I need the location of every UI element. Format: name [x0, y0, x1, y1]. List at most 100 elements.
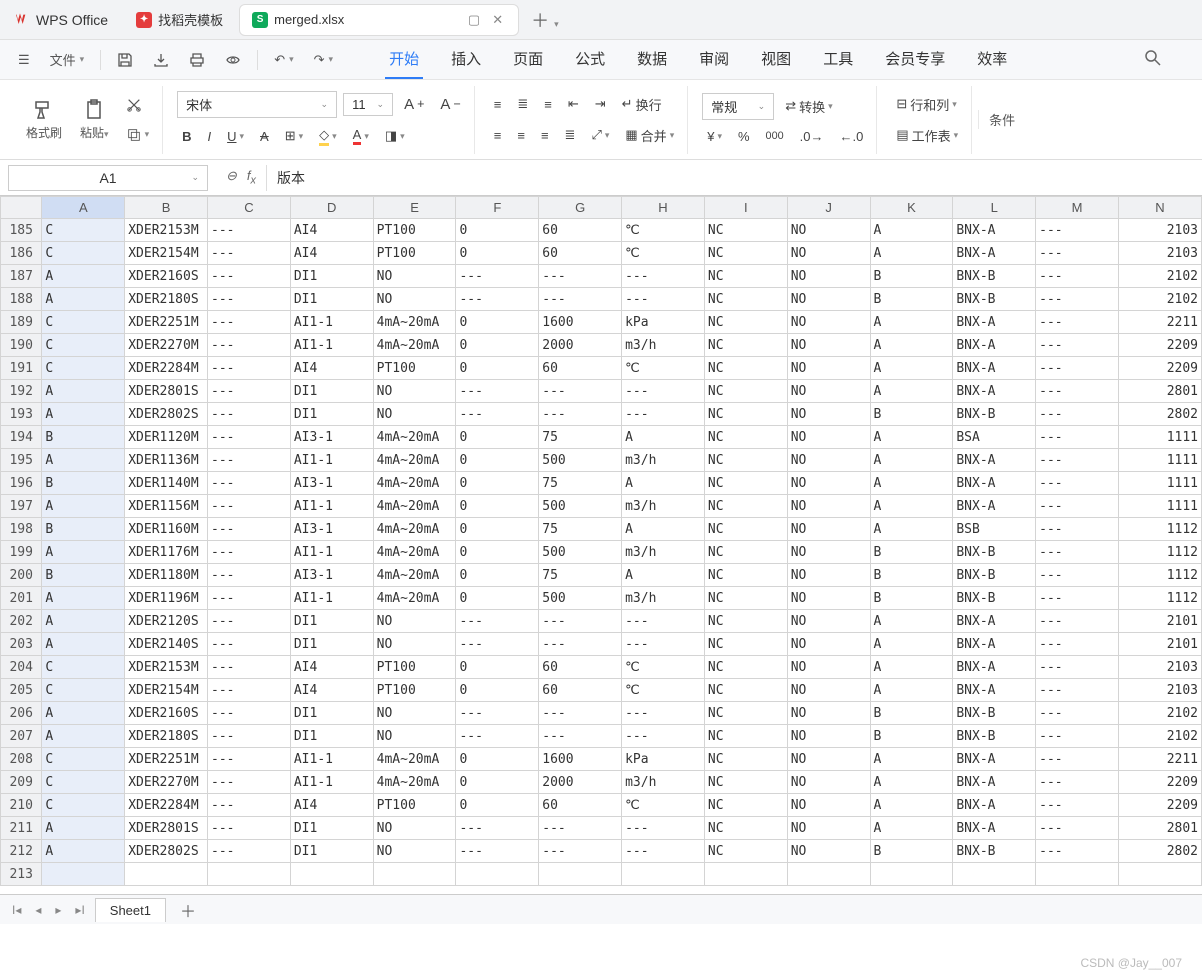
- cell[interactable]: NO: [787, 794, 870, 817]
- cell[interactable]: C: [42, 219, 125, 242]
- cell[interactable]: ---: [456, 288, 539, 311]
- cell[interactable]: ---: [1036, 840, 1119, 863]
- cell[interactable]: NO: [787, 702, 870, 725]
- cell[interactable]: NO: [787, 817, 870, 840]
- cell[interactable]: ---: [539, 380, 622, 403]
- cell[interactable]: 4mA~20mA: [373, 472, 456, 495]
- cell[interactable]: NO: [787, 449, 870, 472]
- cell[interactable]: ---: [208, 817, 291, 840]
- cell[interactable]: kPa: [622, 748, 705, 771]
- cell[interactable]: AI1-1: [290, 449, 373, 472]
- column-header[interactable]: C: [208, 197, 291, 219]
- number-format-select[interactable]: 常规⌄: [702, 93, 774, 120]
- cell[interactable]: BNX-B: [953, 541, 1036, 564]
- cell[interactable]: ℃: [622, 679, 705, 702]
- cell[interactable]: NC: [704, 380, 787, 403]
- cell[interactable]: ---: [539, 403, 622, 426]
- cell[interactable]: BNX-B: [953, 265, 1036, 288]
- cell[interactable]: ---: [208, 219, 291, 242]
- ribbon-tab-6[interactable]: 视图: [757, 40, 795, 79]
- cell[interactable]: B: [870, 403, 953, 426]
- cell[interactable]: ---: [1036, 633, 1119, 656]
- cell[interactable]: ---: [208, 449, 291, 472]
- file-menu[interactable]: 文件 ▾: [42, 44, 93, 75]
- cell[interactable]: DI1: [290, 403, 373, 426]
- cell[interactable]: XDER2802S: [125, 403, 208, 426]
- cell[interactable]: NC: [704, 472, 787, 495]
- cell[interactable]: A: [870, 380, 953, 403]
- cell[interactable]: NO: [787, 219, 870, 242]
- cell[interactable]: ℃: [622, 242, 705, 265]
- cell[interactable]: 0: [456, 449, 539, 472]
- cell[interactable]: AI3-1: [290, 472, 373, 495]
- cell[interactable]: ---: [208, 840, 291, 863]
- cell[interactable]: ---: [208, 472, 291, 495]
- cell[interactable]: AI4: [290, 242, 373, 265]
- cell[interactable]: ---: [208, 265, 291, 288]
- cell[interactable]: BNX-A: [953, 495, 1036, 518]
- cell[interactable]: 4mA~20mA: [373, 495, 456, 518]
- cell[interactable]: 2802: [1118, 840, 1201, 863]
- cell[interactable]: B: [870, 265, 953, 288]
- row-header[interactable]: 188: [1, 288, 42, 311]
- fx-icon[interactable]: fx: [247, 168, 256, 187]
- cell[interactable]: ---: [622, 817, 705, 840]
- cell[interactable]: 2102: [1118, 288, 1201, 311]
- cell[interactable]: XDER2251M: [125, 748, 208, 771]
- cell[interactable]: NO: [373, 702, 456, 725]
- cell[interactable]: ---: [208, 288, 291, 311]
- cell[interactable]: C: [42, 334, 125, 357]
- increase-font-icon[interactable]: A+: [399, 93, 429, 116]
- spreadsheet-grid[interactable]: ABCDEFGHIJKLMN 185CXDER2153M---AI4PT1000…: [0, 196, 1202, 894]
- cell[interactable]: NC: [704, 357, 787, 380]
- format-painter-button[interactable]: 格式刷: [20, 94, 68, 145]
- cell[interactable]: 1600: [539, 748, 622, 771]
- cell[interactable]: 0: [456, 311, 539, 334]
- cell[interactable]: ---: [539, 610, 622, 633]
- cell[interactable]: ---: [456, 403, 539, 426]
- cell[interactable]: m3/h: [622, 334, 705, 357]
- cell[interactable]: C: [42, 656, 125, 679]
- cell[interactable]: DI1: [290, 610, 373, 633]
- cell[interactable]: A: [870, 334, 953, 357]
- cell[interactable]: 1111: [1118, 495, 1201, 518]
- cell[interactable]: ℃: [622, 357, 705, 380]
- cell[interactable]: ---: [208, 679, 291, 702]
- cell[interactable]: NC: [704, 495, 787, 518]
- cell[interactable]: ---: [1036, 518, 1119, 541]
- clear-format-button[interactable]: ◨▾: [380, 125, 410, 147]
- cell[interactable]: C: [42, 357, 125, 380]
- cell[interactable]: A: [622, 564, 705, 587]
- cell[interactable]: [870, 863, 953, 886]
- cell[interactable]: ---: [208, 794, 291, 817]
- cell[interactable]: ---: [1036, 656, 1119, 679]
- name-box[interactable]: A1 ⌄: [8, 165, 208, 191]
- cell[interactable]: C: [42, 311, 125, 334]
- cell[interactable]: AI1-1: [290, 771, 373, 794]
- row-header[interactable]: 206: [1, 702, 42, 725]
- percent-icon[interactable]: %: [733, 126, 755, 147]
- document-tab-active[interactable]: S merged.xlsx ▢ ✕: [239, 4, 519, 36]
- cell[interactable]: A: [42, 495, 125, 518]
- row-header[interactable]: 192: [1, 380, 42, 403]
- cell[interactable]: ---: [622, 288, 705, 311]
- cell[interactable]: 1112: [1118, 587, 1201, 610]
- cell[interactable]: ---: [622, 403, 705, 426]
- cell[interactable]: 4mA~20mA: [373, 449, 456, 472]
- cell[interactable]: BNX-A: [953, 334, 1036, 357]
- convert-button[interactable]: ⇄ 转换▾: [780, 94, 837, 119]
- cell[interactable]: ---: [622, 840, 705, 863]
- column-header[interactable]: M: [1036, 197, 1119, 219]
- cell[interactable]: ---: [1036, 610, 1119, 633]
- cell[interactable]: NO: [787, 495, 870, 518]
- cell[interactable]: ---: [539, 840, 622, 863]
- cell[interactable]: 60: [539, 219, 622, 242]
- cell[interactable]: BNX-B: [953, 725, 1036, 748]
- cell[interactable]: 75: [539, 426, 622, 449]
- cell[interactable]: 0: [456, 587, 539, 610]
- cell[interactable]: AI3-1: [290, 564, 373, 587]
- cell[interactable]: NC: [704, 702, 787, 725]
- cell[interactable]: NC: [704, 748, 787, 771]
- cell[interactable]: BSA: [953, 426, 1036, 449]
- cell[interactable]: 2209: [1118, 794, 1201, 817]
